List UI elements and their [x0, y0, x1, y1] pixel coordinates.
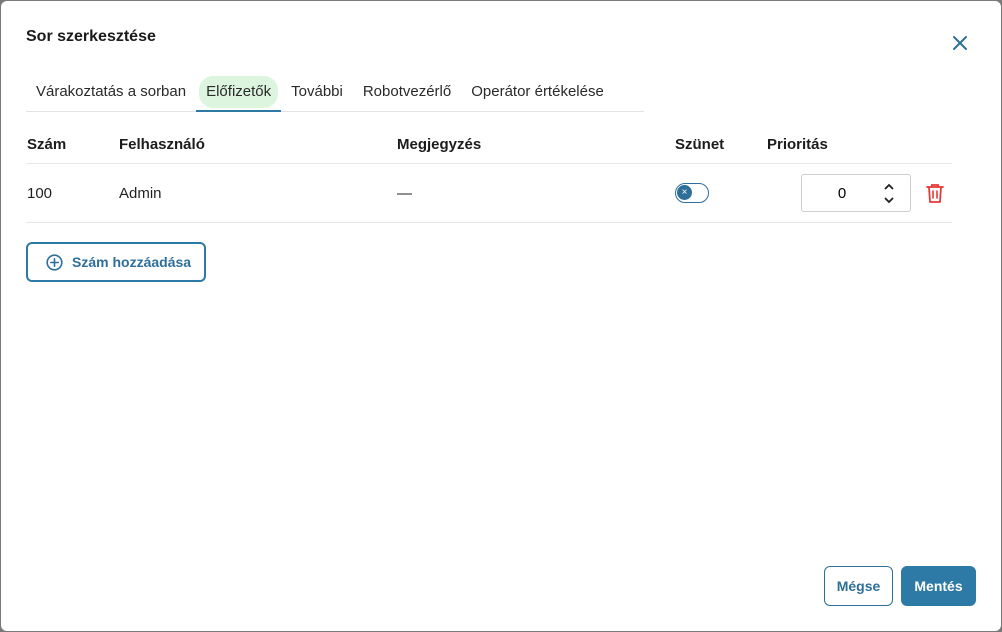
cell-number: 100: [27, 184, 53, 202]
tab-waiting-in-queue[interactable]: Várakoztatás a sorban: [26, 75, 196, 111]
subscribers-table: Szám Felhasználó Megjegyzés Szünet Prior…: [26, 125, 952, 223]
header-pause: Szünet: [675, 135, 725, 153]
header-user: Felhasználó: [119, 135, 205, 153]
add-number-button[interactable]: Szám hozzáadása: [26, 242, 206, 282]
cell-note: —: [397, 184, 412, 202]
pause-toggle[interactable]: ×: [675, 183, 709, 203]
tab-more[interactable]: További: [281, 75, 353, 111]
table-row: 100 Admin — ×: [26, 164, 952, 223]
priority-input[interactable]: [802, 175, 882, 211]
edit-queue-dialog: Sor szerkesztése Várakoztatás a sorban E…: [1, 1, 1001, 631]
tab-robot-controller[interactable]: Robotvezérlő: [353, 75, 461, 111]
tab-label: További: [291, 83, 343, 100]
save-button[interactable]: Mentés: [901, 566, 976, 606]
tab-label: Várakoztatás a sorban: [36, 83, 187, 100]
cancel-button[interactable]: Mégse: [824, 566, 893, 606]
stepper-arrows-icon[interactable]: [882, 179, 896, 207]
add-number-label: Szám hozzáadása: [72, 254, 192, 270]
header-note: Megjegyzés: [397, 135, 482, 153]
tab-label: Előfizetők: [206, 83, 272, 100]
plus-circle-icon: [46, 253, 63, 271]
tab-operator-rating[interactable]: Operátor értékelése: [461, 75, 614, 111]
tab-label: Operátor értékelése: [471, 83, 604, 100]
header-priority: Prioritás: [767, 135, 828, 153]
trash-icon[interactable]: [924, 182, 946, 204]
tab-bar: Várakoztatás a sorban Előfizetők További…: [26, 75, 644, 112]
tab-subscribers[interactable]: Előfizetők: [196, 75, 282, 112]
toggle-off-icon: ×: [677, 185, 692, 200]
cell-user: Admin: [119, 184, 162, 202]
table-header: Szám Felhasználó Megjegyzés Szünet Prior…: [26, 125, 952, 164]
close-icon[interactable]: [950, 33, 970, 53]
tab-label: Robotvezérlő: [362, 83, 452, 100]
dialog-title: Sor szerkesztése: [26, 28, 156, 45]
priority-stepper: [801, 174, 911, 212]
header-number: Szám: [27, 135, 67, 153]
